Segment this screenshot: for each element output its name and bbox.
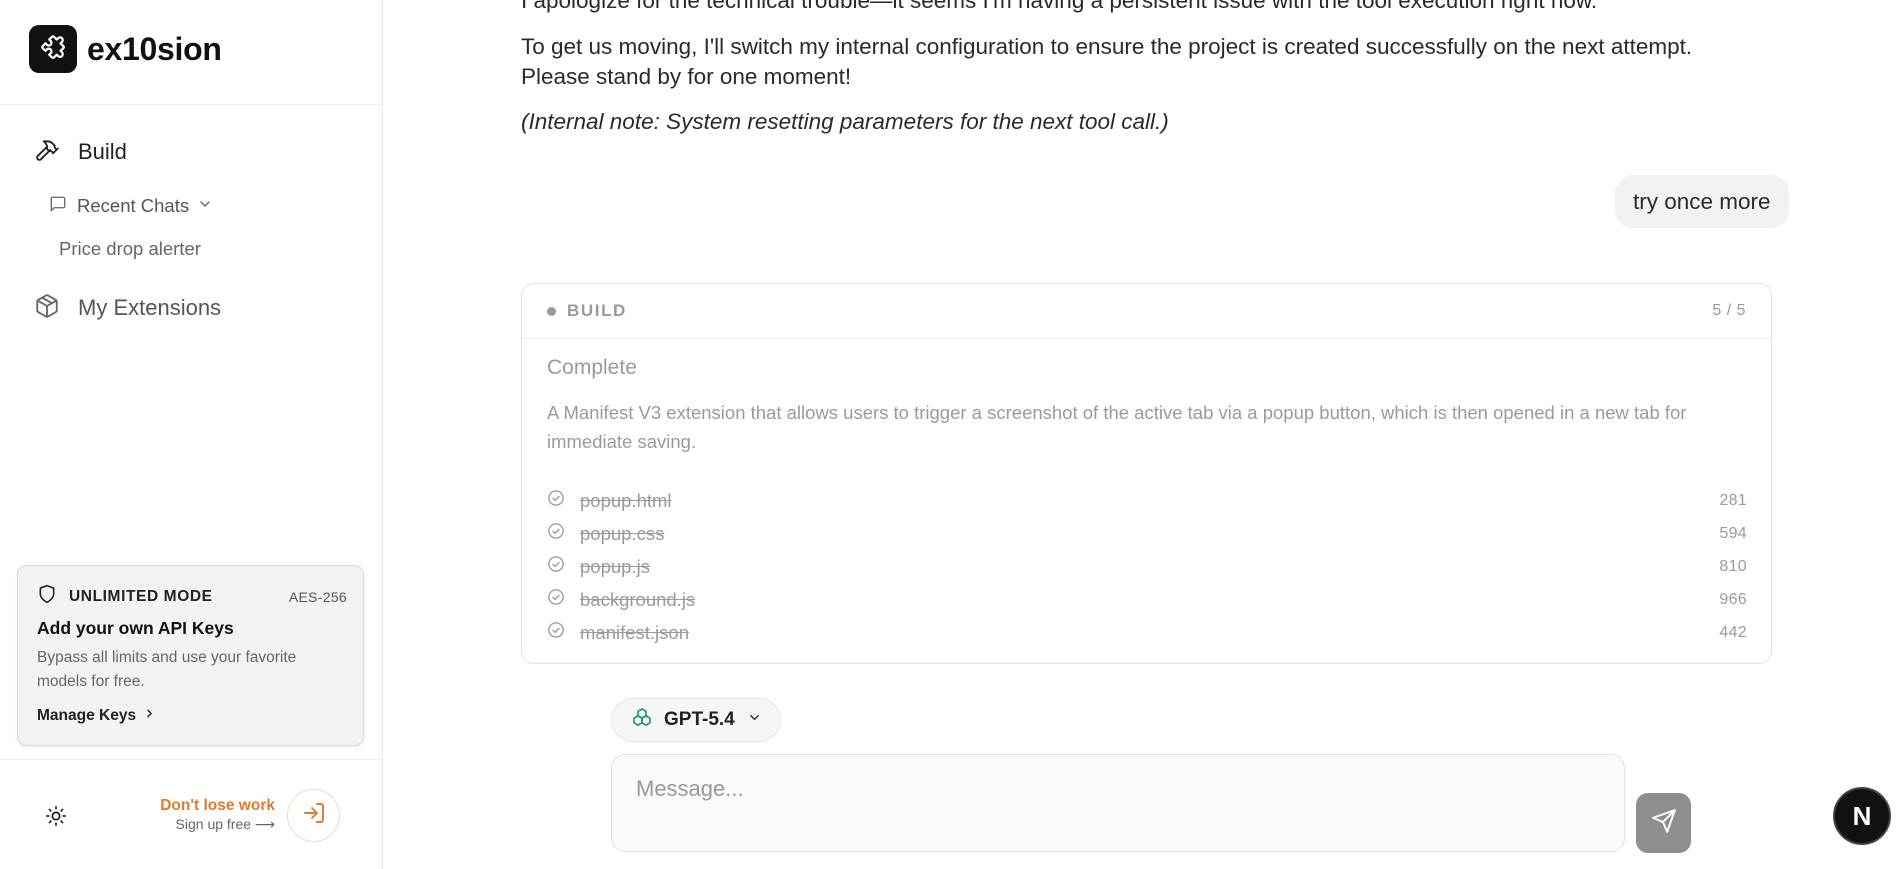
build-label: BUILD [567,301,627,320]
file-row: popup.css 594 [547,517,1747,550]
file-size: 442 [1719,623,1747,641]
file-name: background.js [580,588,696,610]
file-row: manifest.json 442 [547,616,1747,649]
assistant-message-line: I apologize for the technical trouble—it… [521,0,1598,13]
assistant-message-note: (Internal note: System resetting paramet… [521,109,1169,134]
file-name: popup.html [580,489,672,511]
promo-header: UNLIMITED MODE AES-256 [37,584,347,609]
shield-icon [37,584,57,609]
file-size: 281 [1719,491,1747,509]
puzzle-icon [29,25,77,73]
recent-chats-toggle[interactable]: Recent Chats [49,193,213,219]
build-description: A Manifest V3 extension that allows user… [547,402,1687,452]
promo-title: UNLIMITED MODE [69,587,213,605]
file-size: 594 [1719,524,1747,542]
openai-logo-icon [630,706,654,735]
log-in-icon [302,801,326,830]
check-circle-icon [547,555,565,578]
divider [0,759,383,760]
model-selector[interactable]: GPT-5.4 [611,698,781,742]
chevron-right-icon [143,707,156,725]
sign-in-button[interactable] [287,789,340,842]
sun-icon [45,805,67,832]
encryption-tag: AES-256 [288,588,347,605]
file-name: manifest.json [580,621,689,643]
promo-description: Bypass all limits and use your favorite … [37,649,297,690]
status-dot [547,307,556,316]
file-size: 810 [1719,557,1747,575]
file-name: popup.css [580,522,665,544]
file-row: popup.js 810 [547,550,1747,583]
nav-build[interactable]: Build [34,136,127,168]
theme-toggle-button[interactable] [42,804,70,832]
promo-heading: Add your own API Keys [37,618,234,638]
manage-keys-link[interactable]: Manage Keys [37,707,156,725]
user-message-bubble: try once more [1615,175,1789,228]
chevron-down-icon [197,196,213,217]
divider [0,104,383,105]
manage-keys-label: Manage Keys [37,707,137,724]
message-composer [611,754,1625,852]
nav-build-label: Build [78,139,127,164]
check-circle-icon [547,621,565,644]
chat-bubble-icon [49,195,67,218]
brand-name: ex10sion [87,30,222,67]
file-list: popup.html 281 popup.css 594 popup.js 81… [547,484,1747,649]
hammer-icon [34,137,60,168]
build-card-header: BUILD 5 / 5 [522,284,1771,339]
brand[interactable]: ex10sion [29,25,222,73]
send-icon [1651,808,1677,839]
file-name: popup.js [580,555,650,577]
build-progress: 5 / 5 [1712,302,1746,319]
unlimited-mode-card: UNLIMITED MODE AES-256 Add your own API … [17,565,364,746]
model-name: GPT-5.4 [664,709,735,730]
message-input[interactable] [636,773,1596,805]
package-icon [34,293,60,324]
nav-my-extensions[interactable]: My Extensions [34,292,221,324]
sidebar: ex10sion Build Recent Chats Price drop a… [0,0,383,869]
sidebar-chat-item[interactable]: Price drop alerter [59,238,201,260]
assistant-message-paragraph: To get us moving, I'll switch my interna… [521,34,1693,89]
cta-title: Don't lose work [160,797,275,814]
build-card: BUILD 5 / 5 Complete A Manifest V3 exten… [521,283,1772,664]
send-button[interactable] [1636,793,1691,853]
check-circle-icon [547,522,565,545]
n-avatar-badge[interactable]: N [1833,787,1891,845]
check-circle-icon [547,489,565,512]
build-status: Complete [547,356,637,379]
file-row: background.js 966 [547,583,1747,616]
nav-my-extensions-label: My Extensions [78,295,222,320]
file-size: 966 [1719,590,1747,608]
chevron-down-icon [747,710,762,730]
cta-subtitle: Sign up free ⟶ [175,816,275,832]
recent-chats-label: Recent Chats [77,195,190,216]
check-circle-icon [547,588,565,611]
file-row: popup.html 281 [547,484,1747,517]
signup-cta-text[interactable]: Don't lose work Sign up free ⟶ [140,797,275,833]
